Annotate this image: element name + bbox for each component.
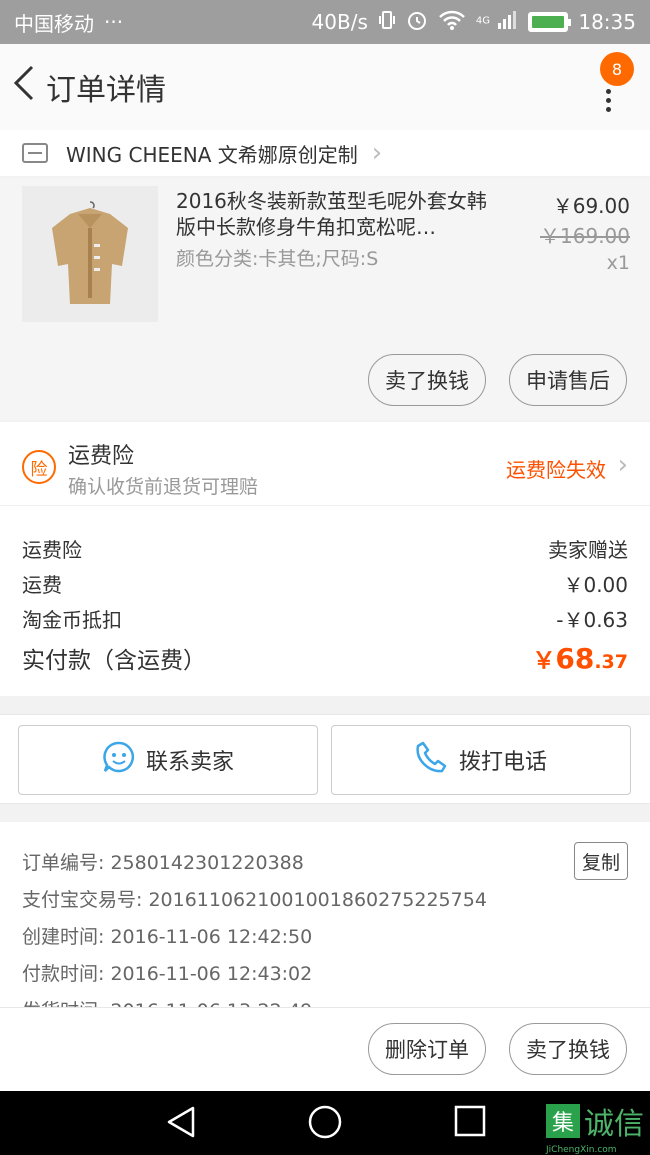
product-title[interactable]: 2016秋冬装新款茧型毛呢外套女韩版中长款修身牛角扣宽松呢… <box>176 188 496 240</box>
chevron-right-icon: › <box>371 138 383 168</box>
total-integer: 68 <box>555 642 595 675</box>
contact-section: 联系卖家 拨打电话 <box>0 714 650 804</box>
watermark-logo: 集 诚信 JiChengXin.com <box>546 1099 644 1155</box>
nav-bar: 订单详情 8 <box>0 44 650 130</box>
system-nav-bar: 集 诚信 JiChengXin.com <box>0 1091 650 1155</box>
order-info: 订单编号: 2580142301220388 支付宝交易号: 201611062… <box>0 822 650 1007</box>
alipay-trade-number: 支付宝交易号: 2016110621001001860275225754 <box>22 889 487 911</box>
shop-icon <box>22 143 48 163</box>
product-quantity: x1 <box>606 252 630 274</box>
carrier-name: 中国移动 <box>14 11 94 36</box>
fee-value: -￥0.63 <box>556 608 628 632</box>
copy-button[interactable]: 复制 <box>574 842 628 880</box>
phone-icon <box>415 740 449 780</box>
product-original-price: ￥169.00 <box>540 224 630 248</box>
insurance-subtitle: 确认收货前退货可理赔 <box>68 476 259 498</box>
contact-seller-label: 联系卖家 <box>145 750 234 775</box>
total-row: 实付款（含运费） ￥68.37 <box>22 636 628 680</box>
signal-icon: 4G <box>476 9 518 36</box>
network-speed: 40B/s <box>311 10 368 34</box>
network-type: 4G <box>475 14 490 26</box>
fee-value: ￥0.00 <box>563 573 628 597</box>
total-decimal: .37 <box>594 651 628 673</box>
fee-value: 卖家赠送 <box>548 538 628 562</box>
product-spec: 颜色分类:卡其色;尺码:S <box>176 248 379 270</box>
watermark-url: JiChengXin.com <box>546 1145 617 1155</box>
fee-row: 运费 ￥0.00 <box>22 566 628 601</box>
order-number: 订单编号: 2580142301220388 <box>22 852 304 874</box>
wifi-icon <box>438 9 466 36</box>
product-item[interactable]: 2016秋冬装新款茧型毛呢外套女韩版中长款修身牛角扣宽松呢… 颜色分类:卡其色;… <box>0 178 650 420</box>
fee-label: 运费险 <box>22 538 82 562</box>
watermark-mark: 集 <box>546 1104 580 1138</box>
fee-row: 淘金币抵扣 -￥0.63 <box>22 601 628 636</box>
product-price: ￥69.00 <box>552 194 630 218</box>
battery-icon <box>528 12 572 32</box>
created-time: 创建时间: 2016-11-06 12:42:50 <box>22 926 313 948</box>
shop-row[interactable]: WING CHEENA 文希娜原创定制 › <box>0 130 650 176</box>
vibrate-icon <box>378 9 396 36</box>
fee-row: 运费险 卖家赠送 <box>22 531 628 566</box>
total-label: 实付款（含运费） <box>22 648 206 674</box>
back-triangle-icon[interactable] <box>165 1105 197 1143</box>
back-icon[interactable] <box>8 63 40 112</box>
paid-time: 付款时间: 2016-11-06 12:43:02 <box>22 963 313 985</box>
status-bar: 中国移动 ··· 40B/s 4G 18:35 <box>0 0 650 44</box>
insurance-title: 运费险 <box>68 444 135 469</box>
call-phone-button[interactable]: 拨打电话 <box>331 725 631 795</box>
fee-label: 淘金币抵扣 <box>22 608 122 632</box>
page-title: 订单详情 <box>46 73 166 108</box>
fee-summary: 运费险 卖家赠送 运费 ￥0.00 淘金币抵扣 -￥0.63 实付款（含运费） … <box>0 506 650 696</box>
chevron-right-icon: › <box>617 450 628 480</box>
alarm-icon <box>406 9 428 36</box>
insurance-status: 运费险失效 <box>506 458 606 482</box>
watermark-text: 诚信 <box>584 1107 644 1142</box>
clock: 18:35 <box>578 10 636 34</box>
insurance-icon: 险 <box>22 450 56 484</box>
shipping-insurance-row[interactable]: 险 运费险 确认收货前退货可理赔 运费险失效 › <box>0 422 650 506</box>
delete-order-button[interactable]: 删除订单 <box>368 1023 486 1075</box>
shop-name: WING CHEENA 文希娜原创定制 <box>66 142 358 167</box>
sell-for-cash-button[interactable]: 卖了换钱 <box>509 1023 627 1075</box>
total-currency: ￥ <box>532 648 556 674</box>
shipped-time: 发货时间: 2016-11-06 13:22:49 <box>22 991 628 1007</box>
home-circle-icon[interactable] <box>308 1105 342 1143</box>
bottom-action-bar: 删除订单 卖了换钱 <box>0 1007 650 1091</box>
notification-badge: 8 <box>600 52 634 86</box>
after-sale-button[interactable]: 申请售后 <box>509 354 627 406</box>
call-phone-label: 拨打电话 <box>458 750 547 775</box>
recent-apps-icon[interactable] <box>454 1105 486 1141</box>
sell-for-cash-button[interactable]: 卖了换钱 <box>368 354 486 406</box>
total-amount: ￥68.37 <box>532 641 628 675</box>
product-image[interactable] <box>22 186 158 322</box>
contact-seller-button[interactable]: 联系卖家 <box>18 725 318 795</box>
fee-label: 运费 <box>22 573 62 597</box>
chat-bubble-icon <box>102 740 136 780</box>
more-notifications-indicator: ··· <box>104 10 124 34</box>
